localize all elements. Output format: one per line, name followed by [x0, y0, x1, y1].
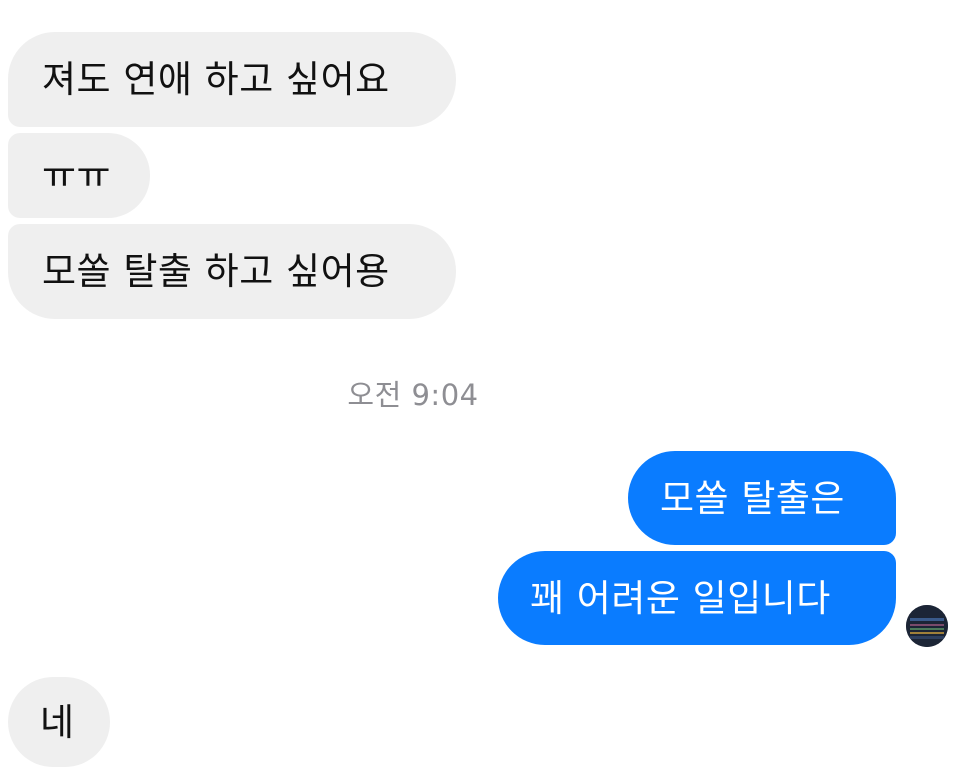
message-outgoing[interactable]: 모쏠 탈출은 [628, 451, 896, 545]
message-incoming[interactable]: 져도 연애 하고 싶어요 [8, 32, 456, 127]
avatar-icon[interactable] [906, 605, 948, 647]
message-outgoing[interactable]: 꽤 어려운 일입니다 [498, 551, 896, 645]
chat-thread: 져도 연애 하고 싶어요 ㅠㅠ 모쏠 탈출 하고 싶어용 오전 9:04 모쏠 … [0, 0, 960, 782]
message-timestamp: 오전 9:04 [347, 378, 479, 412]
message-incoming[interactable]: 모쏠 탈출 하고 싶어용 [8, 224, 456, 319]
message-incoming[interactable]: 네 [8, 677, 110, 767]
message-incoming[interactable]: ㅠㅠ [8, 133, 150, 218]
